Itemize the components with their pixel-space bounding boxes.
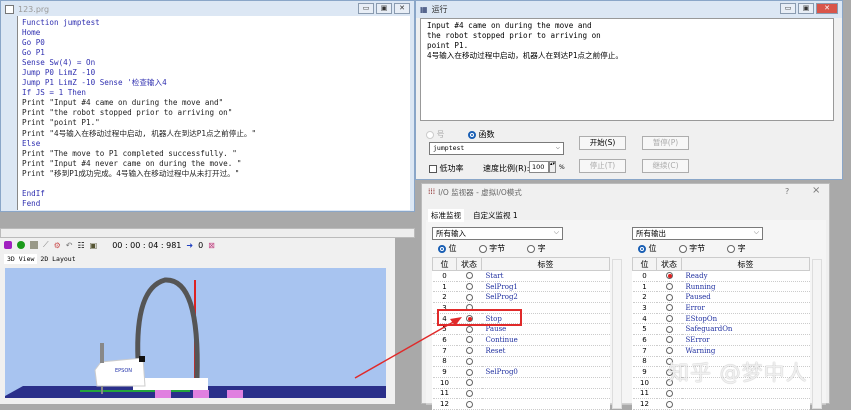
watermark: 知乎 @梦中人: [668, 361, 808, 385]
annotation-arrow: [354, 317, 462, 379]
